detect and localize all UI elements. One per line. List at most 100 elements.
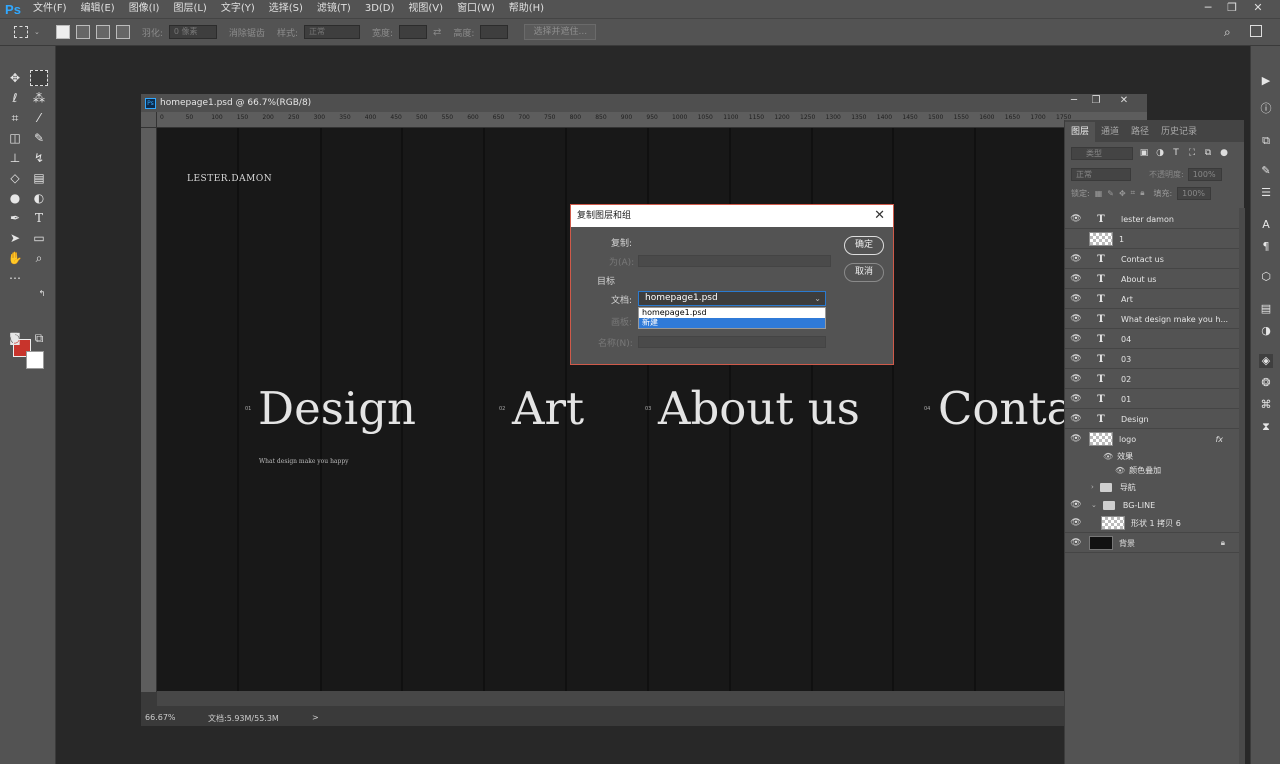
eye-icon[interactable]: 👁︎ — [1065, 500, 1087, 510]
intersect-selection-icon[interactable] — [115, 25, 130, 39]
libraries-icon[interactable]: ▤ — [1259, 302, 1273, 316]
option-homepage1[interactable]: homepage1.psd — [639, 308, 825, 318]
paragraph-icon[interactable]: ¶ — [1259, 240, 1273, 254]
menu-3d[interactable]: 3D(D) — [358, 0, 402, 18]
layer-row[interactable]: 👁︎ 形状 1 拷贝 6 — [1065, 514, 1239, 533]
menu-type[interactable]: 文字(Y) — [214, 0, 262, 18]
adjustments-icon[interactable]: ◑ — [1259, 324, 1273, 338]
marquee-tool-icon[interactable] — [14, 26, 28, 38]
eye-hidden-icon[interactable]: 👁︎ — [1065, 234, 1087, 244]
lock-transparent-icon[interactable]: ▦ — [1095, 189, 1103, 198]
adjustment-filter-icon[interactable]: ◑ — [1155, 148, 1165, 158]
layer-row[interactable]: 👁︎ T Design — [1065, 410, 1239, 429]
layer-row[interactable]: 👁︎ T lester damon — [1065, 210, 1239, 229]
tab-channels[interactable]: 通道 — [1095, 122, 1125, 142]
zoom-tool-icon[interactable]: ⌕ — [30, 250, 48, 266]
minimize-button[interactable]: ─ — [1196, 0, 1220, 16]
group-row[interactable]: 👁︎ ⌄ BG-LINE — [1065, 496, 1239, 515]
brush-icon[interactable]: ✎ — [1259, 164, 1273, 178]
new-selection-icon[interactable] — [55, 25, 70, 39]
menu-image[interactable]: 图像(I) — [122, 0, 167, 18]
filter-toggle-icon[interactable]: ● — [1219, 148, 1229, 158]
layer-row[interactable]: 👁︎ 1 — [1065, 230, 1239, 249]
eye-icon[interactable]: 👁︎ — [1115, 466, 1125, 475]
gradient-tool-icon[interactable]: ▤ — [30, 170, 48, 186]
antialias-checkbox[interactable]: 消除锯齿 — [229, 26, 265, 39]
healing-tool-icon[interactable]: ◫ — [6, 130, 24, 146]
workspace-icon[interactable] — [1250, 25, 1262, 37]
eye-icon[interactable]: 👁︎ — [1065, 354, 1087, 364]
eye-icon[interactable]: 👁︎ — [1065, 518, 1087, 528]
layer-row[interactable]: 👁︎ logo fx — [1065, 430, 1239, 449]
restore-button[interactable]: ❐ — [1220, 0, 1244, 16]
lock-pixels-icon[interactable]: ✎ — [1107, 189, 1114, 198]
layer-row[interactable]: 👁︎ T 04 — [1065, 330, 1239, 349]
eye-icon[interactable]: 👁︎ — [1065, 374, 1087, 384]
path-select-tool-icon[interactable]: ➤ — [6, 230, 24, 246]
history-icon[interactable]: ⧗ — [1259, 420, 1273, 434]
eye-icon[interactable]: 👁︎ — [1065, 314, 1087, 324]
feather-input[interactable]: 0 像素 — [168, 25, 217, 39]
info-icon[interactable]: ⓘ — [1259, 102, 1273, 116]
screen-mode-icon[interactable]: ⧉ — [30, 330, 48, 346]
swap-colors-icon[interactable]: ↰ — [33, 286, 51, 302]
lock-position-icon[interactable]: ✥ — [1119, 189, 1126, 198]
shape-filter-icon[interactable]: ⛶ — [1187, 148, 1197, 158]
channels-icon[interactable]: ❂ — [1259, 376, 1273, 390]
doc-restore-button[interactable]: ❐ — [1085, 95, 1107, 106]
layer-row[interactable]: 👁︎ T About us — [1065, 270, 1239, 289]
layer-kind-filter[interactable]: 类型 — [1071, 146, 1133, 160]
smart-object-filter-icon[interactable]: ⧉ — [1203, 148, 1213, 158]
as-input[interactable] — [638, 255, 831, 267]
menu-filter[interactable]: 滤镜(T) — [310, 0, 358, 18]
shape-tool-icon[interactable]: ▭ — [30, 230, 48, 246]
color-overlay-row[interactable]: 👁︎ 颜色叠加 — [1065, 462, 1239, 478]
blend-mode-select[interactable]: 正常 — [1071, 167, 1131, 181]
eye-icon[interactable]: 👁︎ — [1065, 394, 1087, 404]
name-input[interactable] — [638, 336, 826, 348]
doc-minimize-button[interactable]: ─ — [1063, 95, 1085, 106]
more-tools-icon[interactable]: ⋯ — [6, 270, 24, 286]
status-menu-arrow[interactable]: > — [312, 713, 319, 722]
eye-icon[interactable]: 👁︎ — [1065, 334, 1087, 344]
close-icon[interactable]: ✕ — [874, 205, 885, 227]
vertical-ruler[interactable] — [141, 128, 157, 692]
eye-icon[interactable]: 👁︎ — [1065, 294, 1087, 304]
layer-row[interactable]: 👁︎ T Art — [1065, 290, 1239, 309]
layers-icon[interactable]: ◈ — [1259, 354, 1273, 368]
search-icon[interactable]: ⌕ — [1224, 25, 1231, 40]
height-input[interactable] — [480, 25, 509, 39]
type-tool-icon[interactable]: T — [30, 210, 48, 226]
blur-tool-icon[interactable]: ● — [6, 190, 24, 206]
layer-row[interactable]: 👁︎ T What design make you h... — [1065, 310, 1239, 329]
chevron-right-icon[interactable]: › — [1091, 483, 1094, 491]
subtract-selection-icon[interactable] — [95, 25, 110, 39]
eye-hidden-icon[interactable]: 👁︎ — [1065, 482, 1087, 492]
group-row[interactable]: 👁︎ › 导航 — [1065, 478, 1239, 497]
layer-row[interactable]: 👁︎ T Contact us — [1065, 250, 1239, 269]
chevron-down-icon[interactable]: ⌄ — [34, 28, 40, 36]
menu-view[interactable]: 视图(V) — [401, 0, 450, 18]
tab-paths[interactable]: 路径 — [1125, 122, 1155, 142]
dodge-tool-icon[interactable]: ◐ — [30, 190, 48, 206]
document-select[interactable]: homepage1.psd ⌄ — [638, 291, 826, 306]
eye-icon[interactable]: 👁︎ — [1065, 538, 1087, 548]
menu-help[interactable]: 帮助(H) — [502, 0, 551, 18]
cancel-button[interactable]: 取消 — [844, 263, 884, 282]
stamp-tool-icon[interactable]: ⊥ — [6, 150, 24, 166]
layer-row[interactable]: 👁︎ 背景 🔒︎ — [1065, 534, 1239, 553]
history-brush-tool-icon[interactable]: ↯ — [30, 150, 48, 166]
tab-layers[interactable]: 图层 — [1065, 122, 1096, 142]
eye-icon[interactable]: 👁︎ — [1065, 274, 1087, 284]
adjust-icon[interactable]: ☰ — [1259, 186, 1273, 200]
add-selection-icon[interactable] — [75, 25, 90, 39]
3d-icon[interactable]: ⬡ — [1259, 270, 1273, 284]
layer-row[interactable]: 👁︎ T 03 — [1065, 350, 1239, 369]
swap-icon[interactable]: ⇄ — [433, 27, 441, 38]
menu-window[interactable]: 窗口(W) — [450, 0, 502, 18]
lock-artboard-icon[interactable]: ⌗ — [1131, 188, 1136, 198]
move-tool-icon[interactable]: ✥ — [6, 70, 24, 86]
magic-wand-tool-icon[interactable]: ⁂ — [30, 90, 48, 106]
background-color-swatch[interactable] — [26, 351, 44, 369]
eraser-tool-icon[interactable]: ◇ — [6, 170, 24, 186]
